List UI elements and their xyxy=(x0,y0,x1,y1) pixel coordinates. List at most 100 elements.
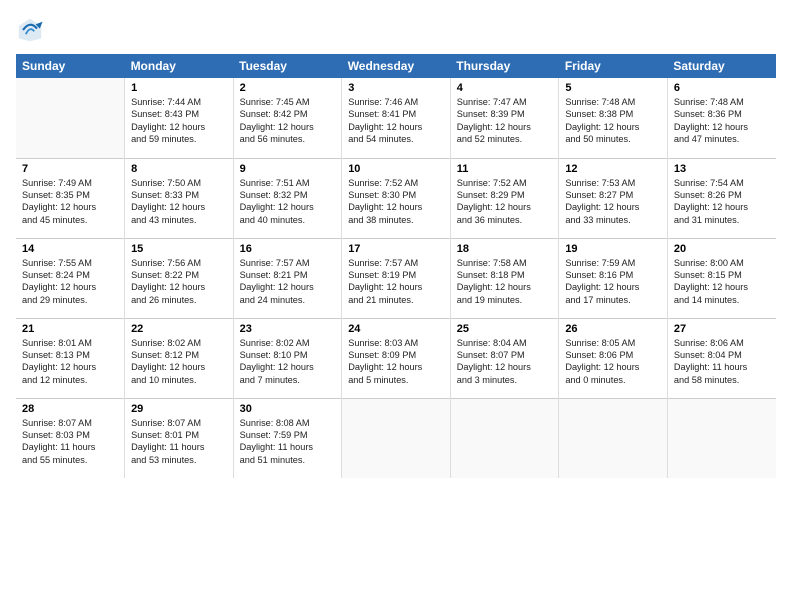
week-row-2: 7Sunrise: 7:49 AM Sunset: 8:35 PM Daylig… xyxy=(16,158,776,238)
day-info: Sunrise: 7:48 AM Sunset: 8:38 PM Dayligh… xyxy=(565,96,661,146)
weekday-header-wednesday: Wednesday xyxy=(342,54,451,78)
calendar-cell: 28 Sunrise: 8:07 AM Sunset: 8:03 PM Dayli… xyxy=(16,398,125,478)
calendar-cell: 9Sunrise: 7:51 AM Sunset: 8:32 PM Daylig… xyxy=(233,158,342,238)
day-info: Sunrise: 7:45 AM Sunset: 8:42 PM Dayligh… xyxy=(240,96,336,146)
day-info: Sunrise: 7:46 AM Sunset: 8:41 PM Dayligh… xyxy=(348,96,444,146)
day-number: 1 xyxy=(131,82,227,94)
calendar-cell: 15Sunrise: 7:56 AM Sunset: 8:22 PM Dayli… xyxy=(125,238,234,318)
day-number: 17 xyxy=(348,243,444,255)
day-info: Sunrise: 7:54 AM Sunset: 8:26 PM Dayligh… xyxy=(674,177,770,227)
day-number: 25 xyxy=(457,323,553,335)
calendar-cell: 6Sunrise: 7:48 AM Sunset: 8:36 PM Daylig… xyxy=(667,78,776,158)
day-info: Sunrise: 8:03 AM Sunset: 8:09 PM Dayligh… xyxy=(348,337,444,387)
day-info: Sunrise: 8:07 AM Sunset: 8:01 PM Dayligh… xyxy=(131,417,227,467)
day-number: 30 xyxy=(240,403,336,415)
calendar-cell: 24 Sunrise: 8:03 AM Sunset: 8:09 PM Dayli… xyxy=(342,318,451,398)
day-info: Sunrise: 8:07 AM Sunset: 8:03 PM Dayligh… xyxy=(22,417,118,467)
day-number: 2 xyxy=(240,82,336,94)
calendar-cell xyxy=(667,398,776,478)
calendar-cell: 19 Sunrise: 7:59 AM Sunset: 8:16 PM Dayli… xyxy=(559,238,668,318)
day-info: Sunrise: 7:55 AM Sunset: 8:24 PM Dayligh… xyxy=(22,257,118,307)
day-number: 18 xyxy=(457,243,553,255)
calendar-cell xyxy=(559,398,668,478)
week-row-4: 21 Sunrise: 8:01 AM Sunset: 8:13 PM Dayli… xyxy=(16,318,776,398)
calendar-cell: 17 Sunrise: 7:57 AM Sunset: 8:19 PM Dayli… xyxy=(342,238,451,318)
calendar-cell: 26 Sunrise: 8:05 AM Sunset: 8:06 PM Dayli… xyxy=(559,318,668,398)
day-number: 28 xyxy=(22,403,118,415)
calendar-cell: 30Sunrise: 8:08 AM Sunset: 7:59 PM Dayli… xyxy=(233,398,342,478)
calendar-cell: 27 Sunrise: 8:06 AM Sunset: 8:04 PM Dayli… xyxy=(667,318,776,398)
day-number: 12 xyxy=(565,163,661,175)
day-number: 19 xyxy=(565,243,661,255)
week-row-1: 1 Sunrise: 7:44 AM Sunset: 8:43 PM Daylig… xyxy=(16,78,776,158)
day-info: Sunrise: 8:02 AM Sunset: 8:12 PM Dayligh… xyxy=(131,337,227,387)
day-info: Sunrise: 7:52 AM Sunset: 8:30 PM Dayligh… xyxy=(348,177,444,227)
calendar-cell: 5 Sunrise: 7:48 AM Sunset: 8:38 PM Daylig… xyxy=(559,78,668,158)
weekday-header-saturday: Saturday xyxy=(667,54,776,78)
day-info: Sunrise: 8:04 AM Sunset: 8:07 PM Dayligh… xyxy=(457,337,553,387)
day-number: 8 xyxy=(131,163,227,175)
day-number: 16 xyxy=(240,243,336,255)
calendar-cell: 23 Sunrise: 8:02 AM Sunset: 8:10 PM Dayli… xyxy=(233,318,342,398)
weekday-header-friday: Friday xyxy=(559,54,668,78)
day-info: Sunrise: 7:50 AM Sunset: 8:33 PM Dayligh… xyxy=(131,177,227,227)
calendar-cell: 2 Sunrise: 7:45 AM Sunset: 8:42 PM Daylig… xyxy=(233,78,342,158)
day-number: 21 xyxy=(22,323,118,335)
calendar-cell: 25 Sunrise: 8:04 AM Sunset: 8:07 PM Dayli… xyxy=(450,318,559,398)
day-number: 11 xyxy=(457,163,553,175)
calendar-cell: 11Sunrise: 7:52 AM Sunset: 8:29 PM Dayli… xyxy=(450,158,559,238)
day-info: Sunrise: 8:00 AM Sunset: 8:15 PM Dayligh… xyxy=(674,257,770,307)
day-number: 13 xyxy=(674,163,770,175)
calendar-cell: 8 Sunrise: 7:50 AM Sunset: 8:33 PM Daylig… xyxy=(125,158,234,238)
page-container: SundayMondayTuesdayWednesdayThursdayFrid… xyxy=(0,0,792,488)
day-number: 6 xyxy=(674,82,770,94)
day-info: Sunrise: 7:58 AM Sunset: 8:18 PM Dayligh… xyxy=(457,257,553,307)
calendar-cell xyxy=(450,398,559,478)
day-number: 26 xyxy=(565,323,661,335)
calendar-cell: 20 Sunrise: 8:00 AM Sunset: 8:15 PM Dayli… xyxy=(667,238,776,318)
day-info: Sunrise: 8:01 AM Sunset: 8:13 PM Dayligh… xyxy=(22,337,118,387)
calendar-cell: 29 Sunrise: 8:07 AM Sunset: 8:01 PM Dayli… xyxy=(125,398,234,478)
calendar-table: SundayMondayTuesdayWednesdayThursdayFrid… xyxy=(16,54,776,478)
day-number: 3 xyxy=(348,82,444,94)
calendar-cell: 13 Sunrise: 7:54 AM Sunset: 8:26 PM Dayli… xyxy=(667,158,776,238)
day-info: Sunrise: 7:44 AM Sunset: 8:43 PM Dayligh… xyxy=(131,96,227,146)
weekday-header-row: SundayMondayTuesdayWednesdayThursdayFrid… xyxy=(16,54,776,78)
calendar-cell: 3 Sunrise: 7:46 AM Sunset: 8:41 PM Daylig… xyxy=(342,78,451,158)
day-number: 5 xyxy=(565,82,661,94)
logo-icon xyxy=(16,16,44,44)
day-info: Sunrise: 7:47 AM Sunset: 8:39 PM Dayligh… xyxy=(457,96,553,146)
calendar-cell: 14 Sunrise: 7:55 AM Sunset: 8:24 PM Dayli… xyxy=(16,238,125,318)
calendar-cell: 16 Sunrise: 7:57 AM Sunset: 8:21 PM Dayli… xyxy=(233,238,342,318)
weekday-header-tuesday: Tuesday xyxy=(233,54,342,78)
calendar-cell: 21 Sunrise: 8:01 AM Sunset: 8:13 PM Dayli… xyxy=(16,318,125,398)
day-info: Sunrise: 7:57 AM Sunset: 8:21 PM Dayligh… xyxy=(240,257,336,307)
weekday-header-monday: Monday xyxy=(125,54,234,78)
day-info: Sunrise: 8:02 AM Sunset: 8:10 PM Dayligh… xyxy=(240,337,336,387)
calendar-cell: 4Sunrise: 7:47 AM Sunset: 8:39 PM Daylig… xyxy=(450,78,559,158)
day-number: 9 xyxy=(240,163,336,175)
weekday-header-thursday: Thursday xyxy=(450,54,559,78)
day-info: Sunrise: 8:06 AM Sunset: 8:04 PM Dayligh… xyxy=(674,337,770,387)
calendar-cell: 7Sunrise: 7:49 AM Sunset: 8:35 PM Daylig… xyxy=(16,158,125,238)
calendar-cell xyxy=(16,78,125,158)
day-number: 24 xyxy=(348,323,444,335)
week-row-3: 14 Sunrise: 7:55 AM Sunset: 8:24 PM Dayli… xyxy=(16,238,776,318)
day-number: 29 xyxy=(131,403,227,415)
day-number: 27 xyxy=(674,323,770,335)
day-number: 23 xyxy=(240,323,336,335)
calendar-cell: 10Sunrise: 7:52 AM Sunset: 8:30 PM Dayli… xyxy=(342,158,451,238)
logo xyxy=(16,16,48,44)
week-row-5: 28 Sunrise: 8:07 AM Sunset: 8:03 PM Dayli… xyxy=(16,398,776,478)
day-info: Sunrise: 7:53 AM Sunset: 8:27 PM Dayligh… xyxy=(565,177,661,227)
calendar-cell: 22Sunrise: 8:02 AM Sunset: 8:12 PM Dayli… xyxy=(125,318,234,398)
day-info: Sunrise: 7:49 AM Sunset: 8:35 PM Dayligh… xyxy=(22,177,118,227)
day-number: 20 xyxy=(674,243,770,255)
day-number: 14 xyxy=(22,243,118,255)
weekday-header-sunday: Sunday xyxy=(16,54,125,78)
day-info: Sunrise: 7:56 AM Sunset: 8:22 PM Dayligh… xyxy=(131,257,227,307)
day-info: Sunrise: 8:05 AM Sunset: 8:06 PM Dayligh… xyxy=(565,337,661,387)
header xyxy=(16,16,776,44)
day-info: Sunrise: 7:59 AM Sunset: 8:16 PM Dayligh… xyxy=(565,257,661,307)
day-info: Sunrise: 7:57 AM Sunset: 8:19 PM Dayligh… xyxy=(348,257,444,307)
